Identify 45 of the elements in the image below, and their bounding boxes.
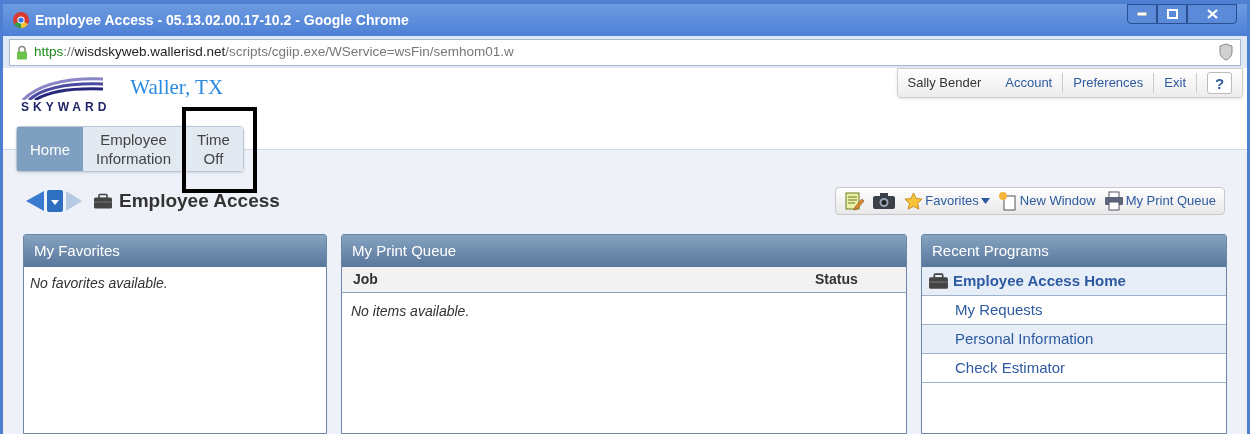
nav-tab[interactable]: Time Off (184, 127, 243, 171)
empty-message: No favorites available. (29, 274, 169, 293)
lock-icon (16, 44, 28, 60)
column-header: Job (353, 270, 379, 289)
toolbar-button[interactable]: My Print Queue (1103, 191, 1216, 211)
panel-title: Recent Programs (932, 240, 1049, 261)
camera-icon[interactable] (872, 192, 897, 210)
maximize-button[interactable] (1157, 4, 1187, 24)
logo-swoosh-icon (21, 76, 103, 100)
program-item[interactable]: Personal Information (922, 325, 1226, 354)
empty-message: No items available. (350, 302, 471, 321)
briefcase-icon (928, 272, 949, 290)
url-text: https://wisdskyweb.wallerisd.net/scripts/cgiip.exe/WService=wsFin/semhom01.w (34, 42, 514, 61)
page-title: Employee Access (119, 188, 280, 213)
close-button[interactable] (1187, 4, 1237, 24)
new-page-icon (997, 191, 1018, 211)
browser-logo-icon (13, 12, 29, 28)
close-icon (1206, 9, 1218, 19)
toolbar-button[interactable]: Favorites (904, 191, 990, 211)
nav-tab[interactable]: Employee Information (83, 127, 185, 171)
panel-title: My Print Queue (352, 240, 457, 261)
header-link[interactable]: Account (995, 73, 1064, 93)
maximize-icon (1166, 9, 1178, 19)
minimize-icon (1137, 12, 1147, 16)
caret-icon (980, 198, 990, 204)
column-header: Status (815, 270, 859, 289)
help-button[interactable]: ? (1207, 72, 1232, 94)
printer-icon (1103, 191, 1124, 211)
district-name: Waller, TX (130, 74, 224, 100)
shield-icon (1218, 43, 1234, 61)
window-title: Employee Access - 05.13.02.00.17-10.2 - Google Chrome (35, 10, 409, 30)
toolbar-button[interactable]: New Window (997, 191, 1096, 211)
logo-text: SKYWARD (21, 100, 111, 114)
briefcase-icon (93, 192, 113, 210)
header-link[interactable]: Preferences (1063, 73, 1155, 93)
notepad-pencil-icon[interactable] (844, 191, 865, 211)
address-bar[interactable]: https://wisdskyweb.wallerisd.net/scripts/cgiip.exe/WService=wsFin/semhom01.w (9, 38, 1241, 66)
back-arrow-icon[interactable] (25, 190, 45, 212)
panel-title: My Favorites (34, 240, 120, 261)
program-item[interactable]: Employee Access Home (922, 267, 1226, 296)
header-link[interactable]: Exit (1154, 73, 1197, 93)
star-icon (904, 191, 924, 211)
dropdown-icon[interactable] (47, 190, 63, 212)
minimize-button[interactable] (1127, 4, 1157, 24)
user-name: Sally Bender (907, 74, 983, 93)
